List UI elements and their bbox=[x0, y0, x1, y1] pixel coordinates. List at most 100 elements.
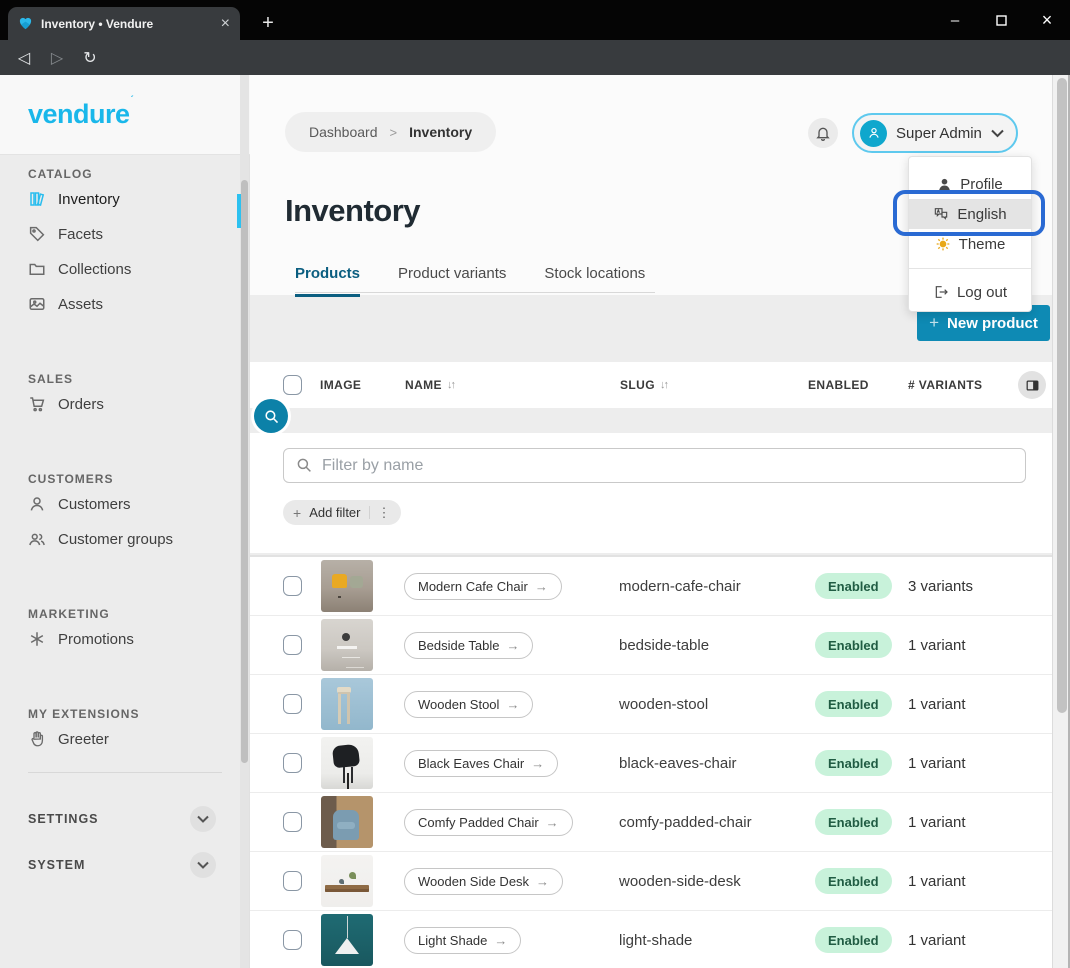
tab-stock-locations[interactable]: Stock locations bbox=[544, 265, 645, 297]
column-settings-button[interactable] bbox=[1018, 371, 1046, 399]
tab-products[interactable]: Products bbox=[295, 265, 360, 297]
sidebar: vendureˊ CATALOG Inventory Facets Collec… bbox=[0, 75, 250, 968]
select-all-checkbox[interactable] bbox=[283, 375, 302, 395]
row-checkbox[interactable] bbox=[283, 812, 302, 832]
section-label-catalog: CATALOG bbox=[28, 167, 240, 180]
product-name-link[interactable]: Light Shade→ bbox=[404, 927, 521, 954]
sidebar-divider bbox=[28, 772, 222, 773]
filter-panel: + Add filter ⋮ bbox=[250, 433, 1052, 553]
sidebar-scrollbar-thumb[interactable] bbox=[241, 180, 248, 763]
table-row[interactable]: Wooden Side Desk→ wooden-side-desk Enabl… bbox=[250, 852, 1052, 911]
section-label-my-extensions: MY EXTENSIONS bbox=[28, 707, 240, 720]
filter-by-name-input[interactable] bbox=[283, 448, 1026, 483]
add-filter-button[interactable]: + Add filter ⋮ bbox=[283, 500, 401, 525]
notifications-button[interactable] bbox=[808, 118, 838, 148]
chevron-down-icon[interactable] bbox=[190, 852, 216, 878]
table-row[interactable]: Bedside Table→ bedside-table Enabled 1 v… bbox=[250, 616, 1052, 675]
window-maximize-button[interactable] bbox=[978, 0, 1024, 40]
row-checkbox[interactable] bbox=[283, 871, 302, 891]
active-item-indicator bbox=[237, 194, 241, 228]
row-checkbox[interactable] bbox=[283, 930, 302, 950]
menu-item-logout[interactable]: Log out bbox=[909, 275, 1031, 309]
vendure-favicon-icon bbox=[18, 16, 33, 31]
sort-icon[interactable]: ↓↑ bbox=[447, 379, 454, 391]
breadcrumb-dashboard[interactable]: Dashboard bbox=[309, 124, 378, 140]
bell-icon bbox=[815, 125, 831, 141]
variant-count: 1 variant bbox=[908, 814, 966, 831]
row-checkbox[interactable] bbox=[283, 635, 302, 655]
sidebar-section-settings[interactable]: SETTINGS bbox=[0, 801, 240, 837]
row-checkbox[interactable] bbox=[283, 694, 302, 714]
product-name-link[interactable]: Bedside Table→ bbox=[404, 632, 533, 659]
menu-item-profile[interactable]: Profile bbox=[909, 169, 1031, 199]
search-button[interactable] bbox=[254, 399, 288, 433]
columns-icon bbox=[1025, 378, 1040, 393]
breadcrumb[interactable]: Dashboard > Inventory bbox=[285, 112, 496, 152]
arrow-right-icon: → bbox=[536, 874, 549, 889]
arrow-right-icon: → bbox=[531, 756, 544, 771]
row-checkbox[interactable] bbox=[283, 576, 302, 596]
sun-icon bbox=[935, 236, 951, 252]
column-header-variants: # VARIANTS bbox=[908, 362, 982, 408]
sidebar-item-inventory[interactable]: Inventory bbox=[0, 183, 240, 215]
sidebar-item-orders[interactable]: Orders bbox=[0, 388, 240, 420]
product-thumbnail bbox=[321, 619, 373, 671]
user-name: Super Admin bbox=[896, 125, 982, 142]
table-header-row: IMAGE NAME↓↑ SLUG↓↑ ENABLED # VARIANTS bbox=[250, 362, 1052, 408]
sidebar-item-customers[interactable]: Customers bbox=[0, 488, 240, 520]
sidebar-item-greeter[interactable]: Greeter bbox=[0, 723, 240, 755]
plus-icon: + bbox=[929, 313, 939, 333]
product-slug: light-shade bbox=[619, 932, 692, 949]
row-checkbox[interactable] bbox=[283, 753, 302, 773]
sidebar-item-assets[interactable]: Assets bbox=[0, 288, 240, 320]
column-header-enabled: ENABLED bbox=[808, 362, 869, 408]
chevron-down-icon bbox=[991, 129, 1004, 138]
product-name-link[interactable]: Wooden Stool→ bbox=[404, 691, 533, 718]
product-thumbnail bbox=[321, 737, 373, 789]
window-close-button[interactable]: × bbox=[1024, 0, 1070, 40]
product-name-link[interactable]: Comfy Padded Chair→ bbox=[404, 809, 573, 836]
product-name-link[interactable]: Modern Cafe Chair→ bbox=[404, 573, 562, 600]
product-name-link[interactable]: Black Eaves Chair→ bbox=[404, 750, 558, 777]
user-avatar-icon bbox=[860, 120, 887, 147]
section-label-marketing: MARKETING bbox=[28, 607, 240, 620]
back-button[interactable]: ◁ bbox=[9, 40, 39, 75]
table-row[interactable]: Light Shade→ light-shade Enabled 1 varia… bbox=[250, 911, 1052, 968]
menu-item-language[interactable]: English bbox=[909, 199, 1031, 229]
column-header-slug[interactable]: SLUG↓↑ bbox=[620, 362, 667, 408]
arrow-right-icon: → bbox=[506, 697, 519, 712]
sidebar-item-collections[interactable]: Collections bbox=[0, 253, 240, 285]
new-tab-button[interactable]: + bbox=[254, 9, 282, 37]
table-row[interactable]: Modern Cafe Chair→ modern-cafe-chair Ena… bbox=[250, 557, 1052, 616]
table-row[interactable]: Comfy Padded Chair→ comfy-padded-chair E… bbox=[250, 793, 1052, 852]
page-scrollbar[interactable] bbox=[1052, 75, 1070, 968]
users-icon bbox=[28, 530, 46, 548]
tab-product-variants[interactable]: Product variants bbox=[398, 265, 506, 297]
reload-button[interactable]: ↻ bbox=[75, 40, 105, 75]
sidebar-item-facets[interactable]: Facets bbox=[0, 218, 240, 250]
sort-icon[interactable]: ↓↑ bbox=[660, 379, 667, 391]
sidebar-item-customer-groups[interactable]: Customer groups bbox=[0, 523, 240, 555]
chevron-down-icon[interactable] bbox=[190, 806, 216, 832]
plus-icon: + bbox=[293, 505, 301, 521]
table-row[interactable]: Wooden Stool→ wooden-stool Enabled 1 var… bbox=[250, 675, 1052, 734]
product-name-link[interactable]: Wooden Side Desk→ bbox=[404, 868, 563, 895]
folder-icon bbox=[28, 260, 46, 278]
column-header-name[interactable]: NAME↓↑ bbox=[405, 362, 454, 408]
vendure-logo[interactable]: vendureˊ bbox=[28, 99, 132, 130]
sidebar-section-system[interactable]: SYSTEM bbox=[0, 847, 240, 883]
table-row[interactable]: Black Eaves Chair→ black-eaves-chair Ena… bbox=[250, 734, 1052, 793]
product-thumbnail bbox=[321, 855, 373, 907]
user-icon bbox=[28, 495, 46, 513]
tab-close-icon[interactable]: × bbox=[221, 16, 230, 32]
forward-button[interactable]: ▷ bbox=[42, 40, 72, 75]
product-slug: wooden-stool bbox=[619, 696, 708, 713]
page-scrollbar-thumb[interactable] bbox=[1057, 78, 1067, 713]
sidebar-item-promotions[interactable]: Promotions bbox=[0, 623, 240, 655]
browser-tab[interactable]: Inventory • Vendure × bbox=[8, 7, 240, 40]
menu-item-theme[interactable]: Theme bbox=[909, 229, 1031, 259]
user-menu-button[interactable]: Super Admin bbox=[852, 113, 1018, 153]
more-options-icon[interactable]: ⋮ bbox=[378, 505, 391, 521]
window-minimize-button[interactable]: – bbox=[932, 0, 978, 40]
product-thumbnail bbox=[321, 560, 373, 612]
